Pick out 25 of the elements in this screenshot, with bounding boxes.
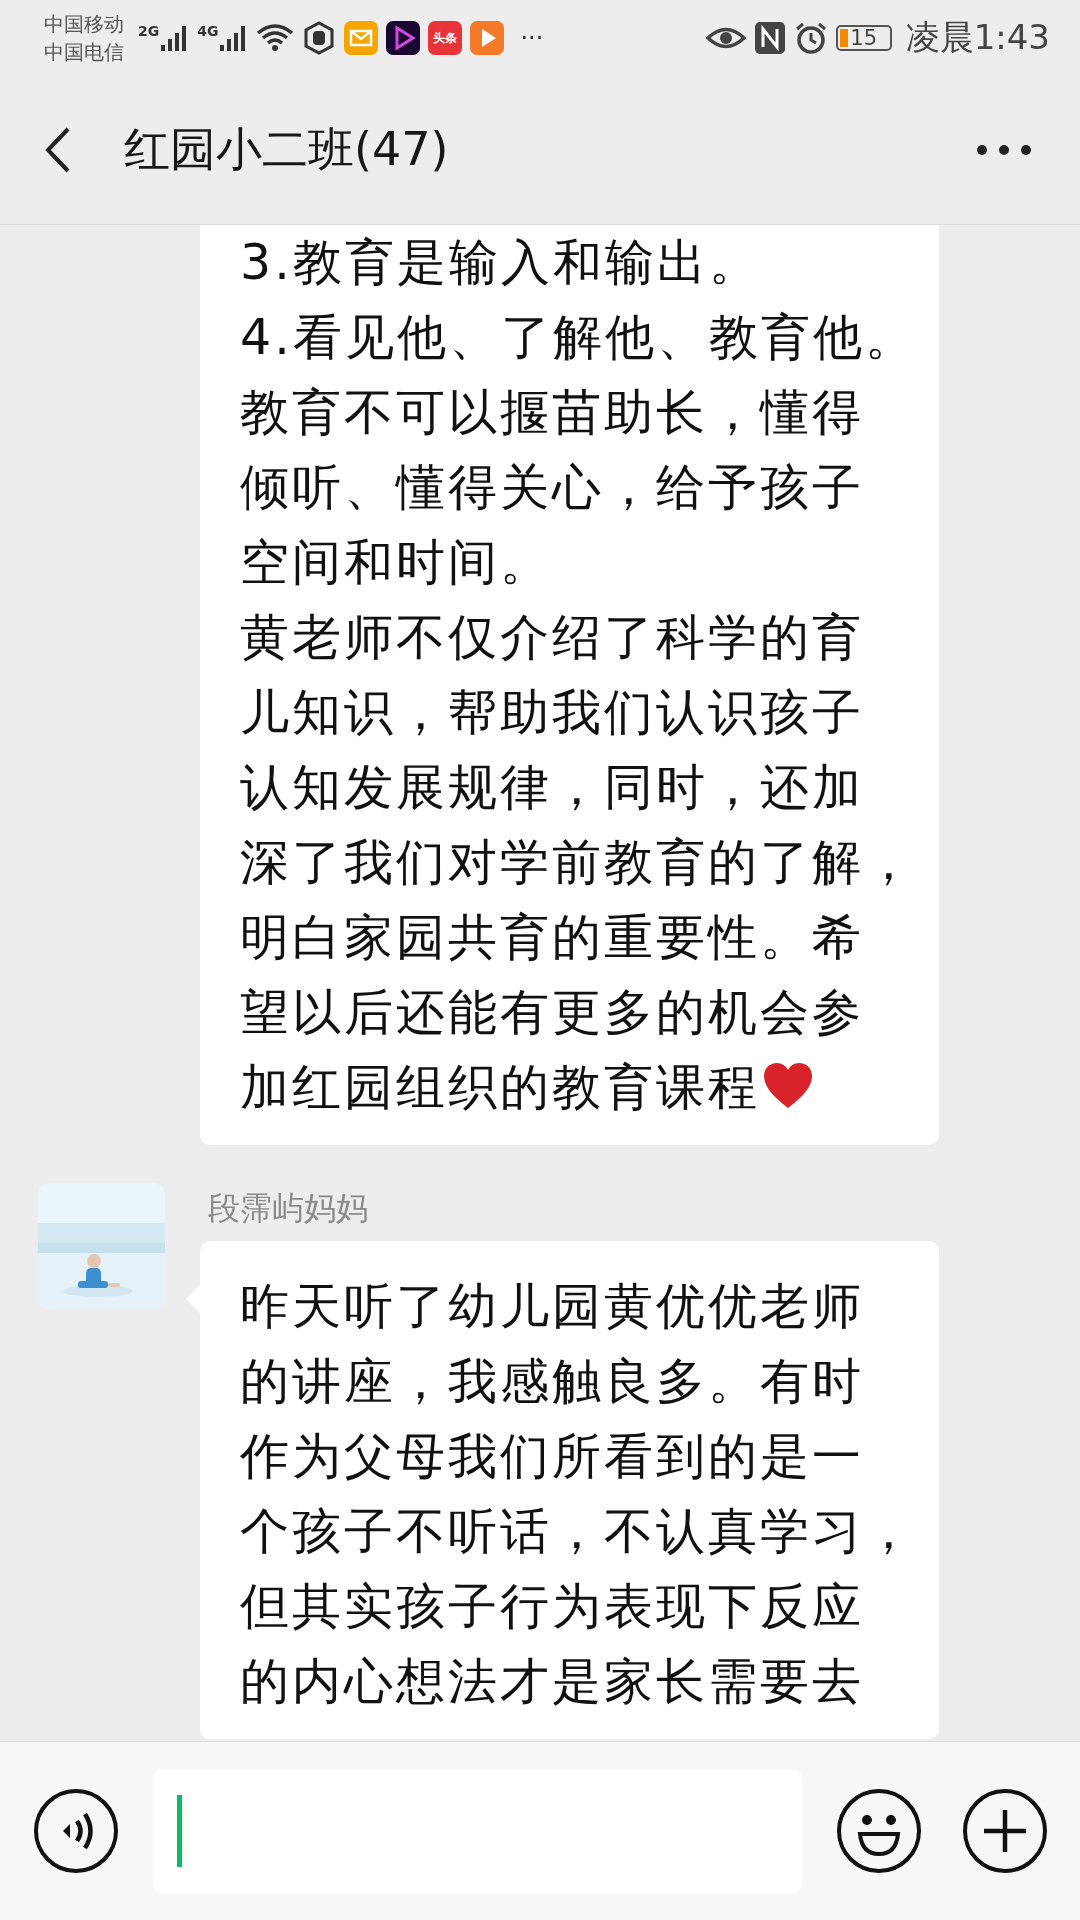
chat-title: 红园小二班(47) bbox=[124, 121, 449, 178]
sender-name: 段霈屿妈妈 bbox=[208, 1188, 369, 1229]
alarm-icon bbox=[793, 21, 828, 55]
network-type: 2G bbox=[138, 23, 160, 39]
carrier-name: 中国电信 bbox=[44, 39, 124, 66]
add-icon[interactable] bbox=[962, 1788, 1048, 1874]
carrier-name: 中国移动 bbox=[44, 11, 124, 38]
emoji-icon[interactable] bbox=[836, 1788, 922, 1874]
mail-app-icon bbox=[344, 21, 379, 55]
hand-icon bbox=[302, 21, 337, 55]
more-notifications: ··· bbox=[520, 24, 544, 52]
wifi-icon bbox=[256, 23, 295, 53]
more-options-icon[interactable] bbox=[976, 144, 1032, 156]
voice-icon[interactable] bbox=[33, 1788, 119, 1874]
message-text: 3.教育是输入和输出。 4.看见他、了解他、教育他。 教育不可以揠苗助长，懂得 倾听、懂得关心，给予孩子 空间和时间。 黄老师不仅介绍了科学的育 儿知识，帮助我们认识孩子 认知发展规律，同时，还加 深了我们对学前教育的了解， 明白家园共育的重要性。希 望以后还能有更多的机会参 加红园组织的教育课程 bbox=[240, 233, 918, 1118]
network-type: 4G bbox=[197, 23, 219, 39]
news-app-icon: 头条 bbox=[428, 21, 463, 55]
play-app-icon bbox=[386, 21, 421, 55]
message-text: 昨天听了幼儿园黄优优老师 的讲座，我感触良多。有时 作为父母我们所看到的是一 个孩子不听话，不认真学习， 但其实孩子行为表现下反应 的内心想法才是家长需要去 bbox=[240, 1277, 917, 1712]
battery-indicator: 15 bbox=[835, 25, 892, 51]
message-input-field[interactable] bbox=[153, 1768, 802, 1894]
clock-time: 凌晨1:43 bbox=[905, 16, 1050, 59]
nfc-icon bbox=[753, 21, 786, 55]
back-icon bbox=[44, 126, 72, 174]
video-app-icon bbox=[470, 21, 505, 55]
